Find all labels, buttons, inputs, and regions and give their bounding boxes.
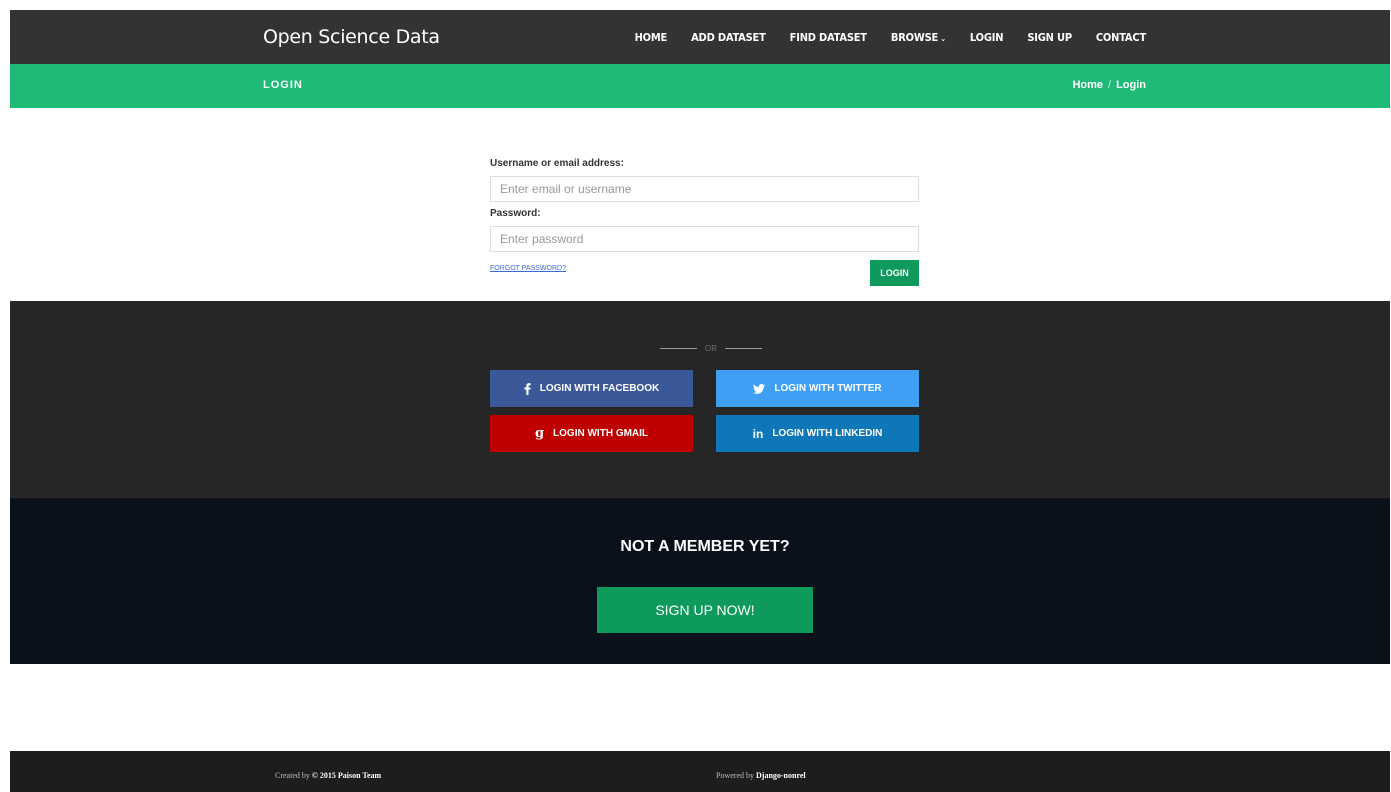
- username-label: Username or email address:: [490, 158, 624, 169]
- breadcrumb-current: Login: [1116, 79, 1146, 91]
- signup-cta-section: NOT A MEMBER YET? SIGN UP NOW!: [10, 498, 1390, 664]
- page-title: LOGIN: [263, 79, 303, 91]
- footer-team-name: © 2015 Paison Team: [311, 771, 382, 780]
- breadcrumb-home[interactable]: Home: [1072, 79, 1103, 91]
- footer-framework-link[interactable]: Django-nonrel: [756, 771, 806, 780]
- login-twitter-button[interactable]: LOGIN WITH TWITTER: [716, 370, 919, 407]
- login-linkedin-label: LOGIN WITH LINKEDIN: [772, 428, 883, 439]
- login-facebook-label: LOGIN WITH FACEBOOK: [539, 383, 660, 394]
- login-linkedin-button[interactable]: in LOGIN WITH LINKEDIN: [716, 415, 919, 452]
- login-button[interactable]: LOGIN: [870, 260, 919, 286]
- chevron-down-icon: ⌄: [940, 34, 946, 43]
- nav-item-browse-label: BROWSE: [890, 31, 939, 44]
- login-form: Username or email address: Enter email o…: [490, 158, 919, 286]
- footer-powered-prefix: Powered by: [716, 771, 754, 780]
- breadcrumb: Home / Login: [1072, 79, 1146, 91]
- password-label: Password:: [490, 208, 541, 219]
- login-gmail-label: LOGIN WITH GMAIL: [553, 428, 649, 439]
- login-facebook-button[interactable]: LOGIN WITH FACEBOOK: [490, 370, 693, 407]
- linkedin-icon: in: [752, 426, 764, 441]
- breadcrumb-separator: /: [1108, 79, 1112, 91]
- page-title-bar: LOGIN Home / Login: [10, 64, 1390, 108]
- nav-item-login[interactable]: LOGIN: [970, 31, 1004, 44]
- or-divider: OR: [660, 344, 762, 353]
- footer-credits: Created by © 2015 Paison Team: [275, 771, 381, 780]
- main-nav: HOME ADD DATASET FIND DATASET BROWSE ⌄ LO…: [611, 31, 1147, 44]
- google-icon: g: [534, 426, 545, 441]
- divider-line: [660, 348, 697, 349]
- nav-item-add-dataset[interactable]: ADD DATASET: [691, 31, 766, 44]
- footer-powered: Powered by Django-nonrel: [716, 771, 806, 780]
- site-brand[interactable]: Open Science Data: [263, 26, 440, 48]
- facebook-icon: [524, 382, 531, 395]
- social-login-section: OR LOGIN WITH FACEBOOK LOGIN WITH TWITTE…: [10, 301, 1390, 498]
- username-input[interactable]: Enter email or username: [490, 176, 919, 202]
- login-gmail-button[interactable]: g LOGIN WITH GMAIL: [490, 415, 693, 452]
- password-input[interactable]: Enter password: [490, 226, 919, 252]
- twitter-icon: [753, 383, 766, 394]
- or-text: OR: [705, 344, 717, 353]
- login-twitter-label: LOGIN WITH TWITTER: [774, 383, 882, 394]
- signup-cta-heading: NOT A MEMBER YET?: [620, 538, 790, 555]
- top-navbar: Open Science Data HOME ADD DATASET FIND …: [10, 10, 1390, 64]
- nav-item-contact[interactable]: CONTACT: [1096, 31, 1146, 44]
- nav-item-sign-up[interactable]: SIGN UP: [1027, 31, 1072, 44]
- sign-up-now-button[interactable]: SIGN UP NOW!: [597, 587, 813, 633]
- footer-created-prefix: Created by: [275, 771, 310, 780]
- nav-item-browse[interactable]: BROWSE ⌄: [891, 31, 946, 44]
- nav-item-home[interactable]: HOME: [635, 31, 668, 44]
- nav-item-find-dataset[interactable]: FIND DATASET: [790, 31, 867, 44]
- site-footer: Created by © 2015 Paison Team Powered by…: [10, 751, 1390, 792]
- divider-line: [725, 348, 762, 349]
- forgot-password-link[interactable]: FORGOT PASSWORD?: [490, 265, 566, 272]
